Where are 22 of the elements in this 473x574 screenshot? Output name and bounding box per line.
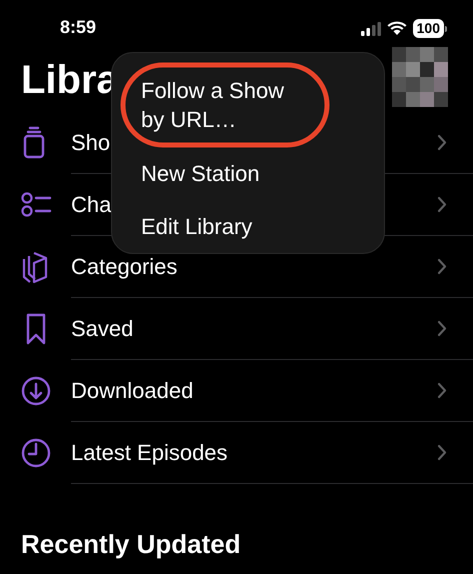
- library-item[interactable]: Latest Episodes: [0, 422, 473, 484]
- menu-item[interactable]: Edit Library: [141, 212, 311, 241]
- chevron-icon: [437, 196, 447, 213]
- library-item[interactable]: Saved: [0, 298, 473, 360]
- wifi-icon: [386, 21, 407, 36]
- chevron-icon: [437, 320, 447, 337]
- chevron-icon: [437, 382, 447, 399]
- menu-item[interactable]: New Station: [141, 159, 311, 188]
- signal-icon: [360, 22, 381, 36]
- chevron-icon: [437, 134, 447, 151]
- item-label: Latest Episodes: [71, 440, 228, 466]
- chevron-icon: [437, 258, 447, 275]
- item-label: Sho: [71, 130, 110, 156]
- section-heading: Recently Updated: [21, 528, 242, 560]
- item-label: Categories: [71, 254, 178, 280]
- item-label: Downloaded: [71, 378, 194, 404]
- battery-level: 100: [412, 19, 444, 38]
- clock-time: 8:59: [60, 17, 96, 38]
- item-label: Saved: [71, 316, 134, 342]
- chevron-icon: [437, 444, 447, 461]
- item-label: Cha: [71, 192, 112, 218]
- library-item[interactable]: Downloaded: [0, 360, 473, 422]
